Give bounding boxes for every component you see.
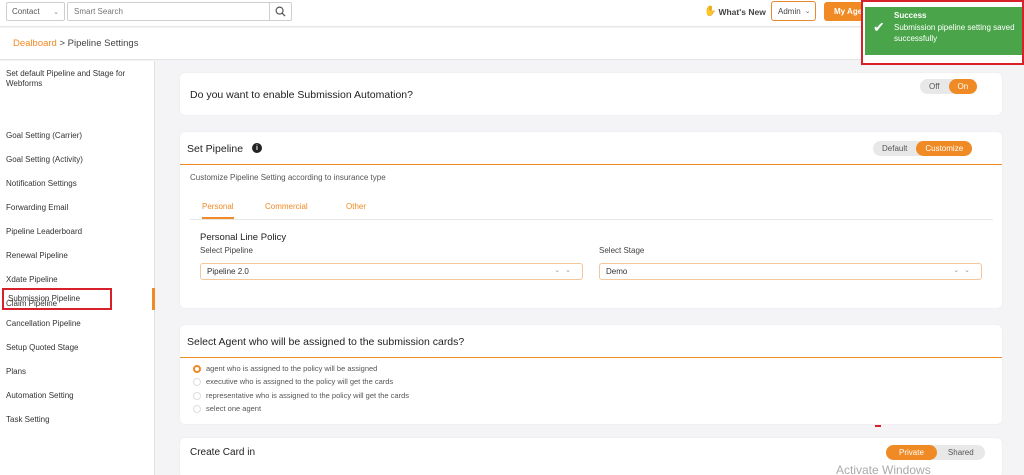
my-agency-label: My Age — [834, 7, 863, 16]
sidebar-item-webforms[interactable]: Set default Pipeline and Stage for Webfo… — [6, 69, 146, 89]
radio-unselected[interactable] — [193, 391, 201, 400]
breadcrumb-dealboard-link[interactable]: Dealboard — [13, 38, 57, 49]
sidebar-item-goal-activity[interactable]: Goal Setting (Activity) — [6, 155, 83, 165]
whats-new-link[interactable]: ✋ What's New — [704, 6, 766, 17]
create-card-private-option[interactable]: Private — [886, 445, 937, 460]
agent-option-representative[interactable]: representative who is assigned to the po… — [193, 391, 409, 400]
sidebar-item-notification-settings[interactable]: Notification Settings — [6, 179, 77, 189]
admin-select[interactable]: Admin ⌄ — [771, 1, 816, 21]
sidebar-item-forwarding-email[interactable]: Forwarding Email — [6, 203, 68, 213]
sidebar-item-renewal-pipeline[interactable]: Renewal Pipeline — [6, 251, 68, 261]
automation-toggle: Off On — [920, 79, 978, 94]
stage-select[interactable]: Demo ⌄⌄ — [599, 263, 982, 280]
breadcrumb-current: Pipeline Settings — [67, 38, 139, 49]
success-toast[interactable]: ✔ Success Submission pipeline setting sa… — [865, 7, 1022, 55]
automation-on-option[interactable]: On — [948, 79, 978, 94]
section-divider — [180, 164, 1002, 165]
sidebar-item-task-setting[interactable]: Task Setting — [6, 415, 50, 425]
search-input[interactable] — [68, 3, 269, 20]
pipeline-customize-option[interactable]: Customize — [916, 141, 973, 156]
activate-windows-watermark: Activate Windows — [836, 463, 931, 475]
agent-option-label: select one agent — [206, 404, 262, 413]
admin-select-value: Admin — [778, 6, 801, 16]
sidebar-item-submission-pipeline[interactable]: Submission Pipeline — [2, 288, 112, 310]
create-card-title: Create Card in — [190, 447, 256, 458]
chevron-down-icon: ⌄ — [804, 8, 811, 15]
agent-option-label: agent who is assigned to the policy will… — [206, 364, 378, 373]
set-pipeline-title: Set Pipeline — [187, 143, 244, 155]
agent-assignment-title: Select Agent who will be assigned to the… — [187, 336, 465, 348]
radio-selected[interactable] — [193, 364, 201, 373]
insurance-type-tabs: Personal Commercial Other — [190, 195, 993, 220]
create-card-toggle: Private Shared — [886, 445, 985, 460]
hand-icon: ✋ — [704, 6, 717, 17]
whats-new-label: What's New — [718, 6, 766, 17]
toast-title: Success — [894, 11, 927, 20]
pipeline-description: Customize Pipeline Setting according to … — [190, 173, 386, 182]
agent-option-label: executive who is assigned to the policy … — [206, 377, 394, 386]
sidebar-item-pipeline-leaderboard[interactable]: Pipeline Leaderboard — [6, 227, 82, 237]
agent-option-label: representative who is assigned to the po… — [206, 391, 410, 400]
stage-select-value: Demo — [606, 267, 628, 276]
sidebar-item-automation-setting[interactable]: Automation Setting — [6, 391, 74, 401]
search-icon — [275, 6, 286, 17]
breadcrumb-separator: > — [56, 38, 68, 49]
set-pipeline-card — [180, 132, 1002, 308]
check-icon: ✔ — [873, 19, 885, 35]
pipeline-select-value: Pipeline 2.0 — [207, 267, 249, 276]
radio-unselected[interactable] — [193, 377, 201, 386]
section-divider — [180, 357, 1002, 358]
settings-sidebar: Set default Pipeline and Stage for Webfo… — [0, 61, 155, 475]
agent-option-policy-agent[interactable]: agent who is assigned to the policy will… — [193, 364, 377, 373]
chevron-down-icon: ⌄⌄ — [953, 267, 975, 274]
pipeline-mode-toggle: Default Customize — [873, 141, 973, 156]
search-button[interactable] — [269, 3, 291, 20]
contact-type-value: Contact — [12, 7, 40, 16]
radio-unselected[interactable] — [193, 404, 201, 413]
sidebar-item-xdate-pipeline[interactable]: Xdate Pipeline — [6, 275, 58, 285]
red-marker — [875, 425, 881, 427]
agent-option-select-one[interactable]: select one agent — [193, 404, 261, 413]
tab-personal[interactable]: Personal — [202, 202, 234, 219]
info-icon[interactable]: i — [252, 143, 262, 153]
sidebar-item-goal-carrier[interactable]: Goal Setting (Carrier) — [6, 131, 82, 141]
pipeline-default-option[interactable]: Default — [873, 141, 916, 156]
sidebar-item-plans[interactable]: Plans — [6, 367, 26, 377]
agent-option-executive[interactable]: executive who is assigned to the policy … — [193, 377, 393, 386]
select-stage-label: Select Stage — [599, 246, 645, 255]
tab-other[interactable]: Other — [346, 202, 366, 211]
automation-question: Do you want to enable Submission Automat… — [190, 89, 413, 101]
smart-search — [67, 2, 292, 21]
toast-message: Submission pipeline setting saved succes… — [894, 23, 1015, 43]
sidebar-item-cancellation-pipeline[interactable]: Cancellation Pipeline — [6, 319, 81, 329]
tab-commercial[interactable]: Commercial — [265, 202, 308, 211]
automation-off-option[interactable]: Off — [920, 79, 949, 94]
chevron-down-icon: ⌄⌄ — [554, 267, 576, 274]
pipeline-select[interactable]: Pipeline 2.0 ⌄⌄ — [200, 263, 583, 280]
contact-type-select[interactable]: Contact ⌄ — [6, 2, 65, 21]
select-pipeline-label: Select Pipeline — [200, 246, 253, 255]
create-card-shared-option[interactable]: Shared — [937, 445, 985, 460]
personal-line-policy-title: Personal Line Policy — [200, 232, 287, 243]
active-item-indicator — [152, 288, 155, 310]
sidebar-item-setup-quoted-stage[interactable]: Setup Quoted Stage — [6, 343, 79, 353]
chevron-down-icon: ⌄ — [53, 8, 59, 16]
